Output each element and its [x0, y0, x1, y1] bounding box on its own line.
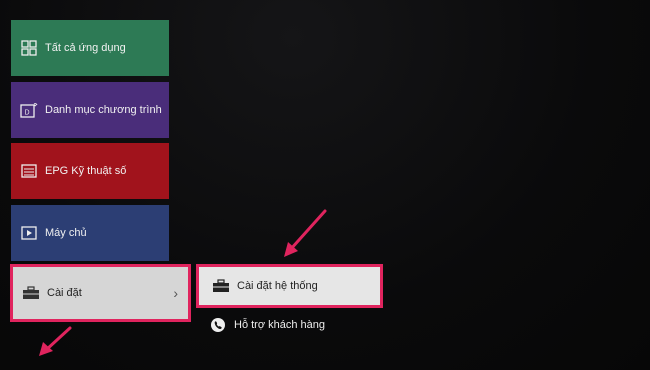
grid-apps-icon — [19, 38, 39, 58]
toolbox-icon — [21, 283, 41, 303]
menu-item-label: Máy chủ — [45, 227, 87, 239]
submenu-item-label: Cài đặt hệ thống — [237, 280, 318, 292]
menu-item-digital-epg[interactable]: EPG Kỹ thuật số — [11, 143, 169, 199]
svg-text:D: D — [25, 110, 30, 117]
tv-home-screen: Tất cả ứng dụng D Danh mục chương trình … — [0, 0, 650, 370]
pointer-arrow-submenu — [284, 209, 327, 257]
phone-icon — [208, 316, 228, 334]
menu-item-media-server[interactable]: Máy chủ — [11, 205, 169, 261]
menu-item-all-apps[interactable]: Tất cả ứng dụng — [11, 20, 169, 76]
media-server-icon — [19, 223, 39, 243]
toolbox-icon — [211, 277, 231, 295]
program-guide-icon: D — [19, 100, 39, 120]
menu-item-label: Tất cả ứng dụng — [45, 42, 126, 54]
submenu-item-customer-support[interactable]: Hỗ trợ khách hàng — [196, 313, 383, 337]
submenu-item-label: Hỗ trợ khách hàng — [234, 319, 325, 331]
epg-list-icon — [19, 161, 39, 181]
menu-item-label: Danh mục chương trình — [45, 104, 162, 116]
submenu-item-system-settings[interactable]: Cài đặt hệ thống — [196, 264, 383, 308]
menu-item-label: Cài đặt — [47, 287, 82, 299]
chevron-right-icon: › — [173, 285, 178, 301]
menu-item-label: EPG Kỹ thuật số — [45, 165, 127, 177]
menu-item-settings[interactable]: Cài đặt › — [10, 264, 191, 322]
pointer-arrow-settings — [39, 326, 72, 356]
menu-item-program-guide[interactable]: D Danh mục chương trình — [11, 82, 169, 138]
